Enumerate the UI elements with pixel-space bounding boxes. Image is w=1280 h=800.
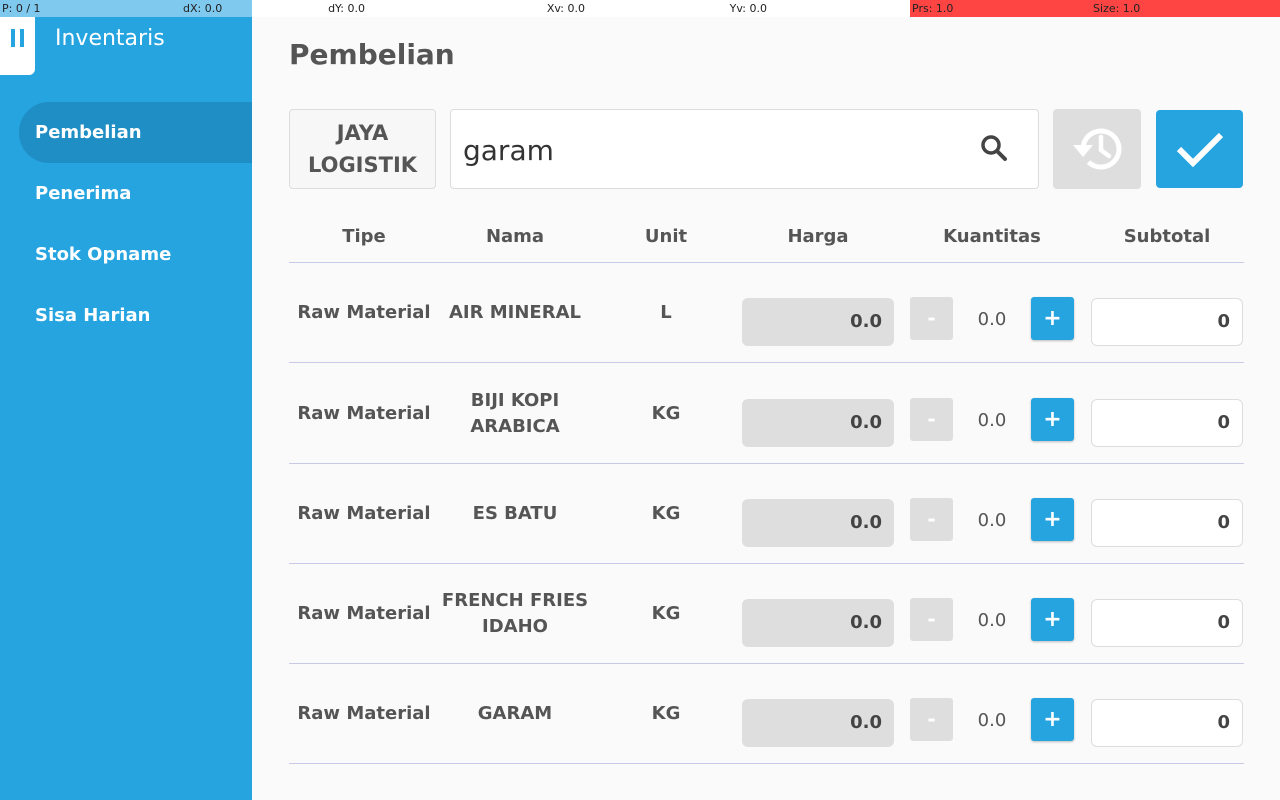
sidebar-nav: Pembelian Penerima Stok Opname Sisa Hari… [19, 102, 252, 346]
history-button[interactable] [1053, 109, 1141, 189]
search-box [450, 109, 1039, 189]
increase-button[interactable]: + [1031, 297, 1074, 340]
debug-yv: Yv: 0.0 [585, 0, 767, 17]
quantity-value: 0.0 [977, 610, 1007, 631]
subtotal-field[interactable]: 0 [1091, 298, 1243, 346]
cell-nama: ES BATU [472, 503, 558, 524]
quantity-value: 0.0 [977, 510, 1007, 531]
subtotal-field[interactable]: 0 [1091, 399, 1243, 447]
subtotal-field[interactable]: 0 [1091, 599, 1243, 647]
header-unit: Unit [644, 226, 688, 247]
vendor-label: JAYA LOGISTIK [307, 121, 418, 177]
header-harga: Harga [787, 226, 849, 247]
decrease-button[interactable]: - [910, 498, 953, 541]
cell-unit: KG [651, 703, 681, 724]
page-title: Pembelian [289, 38, 455, 71]
decrease-button[interactable]: - [910, 297, 953, 340]
table-row: Raw Material FRENCH FRIES IDAHO KG 0.0 -… [289, 564, 1244, 664]
debug-xv: Xv: 0.0 [365, 0, 585, 17]
debug-pointer: P: 0 / 1 [0, 0, 181, 17]
header-subtotal: Subtotal [1123, 226, 1211, 247]
search-icon[interactable] [979, 133, 1009, 163]
cell-tipe: Raw Material [297, 503, 431, 524]
confirm-button[interactable] [1156, 110, 1243, 188]
cell-unit: L [660, 302, 672, 323]
sidebar: Inventaris Pembelian Penerima Stok Opnam… [0, 0, 252, 800]
cell-tipe: Raw Material [297, 703, 431, 724]
sidebar-item-penerima[interactable]: Penerima [19, 163, 252, 224]
decrease-button[interactable]: - [910, 598, 953, 641]
cell-unit: KG [651, 503, 681, 524]
cell-unit: KG [651, 403, 681, 424]
cell-tipe: Raw Material [297, 302, 431, 323]
increase-button[interactable]: + [1031, 498, 1074, 541]
menu-icon [11, 29, 25, 47]
debug-dy: dY: 0.0 [252, 0, 365, 17]
subtotal-field[interactable]: 0 [1091, 499, 1243, 547]
debug-blank [767, 0, 910, 17]
quantity-value: 0.0 [977, 410, 1007, 431]
table-row: Raw Material BIJI KOPI ARABICA KG 0.0 - … [289, 364, 1244, 464]
decrease-button[interactable]: - [910, 698, 953, 741]
decrease-button[interactable]: - [910, 398, 953, 441]
check-icon [1176, 132, 1223, 168]
table-header: Tipe Nama Unit Harga Kuantitas Subtotal [289, 210, 1244, 263]
sidebar-item-sisa-harian[interactable]: Sisa Harian [19, 285, 252, 346]
price-field[interactable]: 0.0 [742, 499, 894, 547]
price-field[interactable]: 0.0 [742, 699, 894, 747]
table-row: Raw Material ES BATU KG 0.0 - 0.0 + 0 [289, 464, 1244, 564]
vendor-button[interactable]: JAYA LOGISTIK [289, 109, 436, 189]
history-icon [1073, 128, 1122, 170]
cell-nama: AIR MINERAL [449, 302, 581, 323]
price-field[interactable]: 0.0 [742, 298, 894, 346]
debug-size: Size: 1.0 [1091, 0, 1280, 17]
increase-button[interactable]: + [1031, 398, 1074, 441]
cell-unit: KG [651, 603, 681, 624]
sidebar-item-stok-opname[interactable]: Stok Opname [19, 224, 252, 285]
price-field[interactable]: 0.0 [742, 399, 894, 447]
table-row: Raw Material AIR MINERAL L 0.0 - 0.0 + 0 [289, 263, 1244, 363]
header-tipe: Tipe [342, 226, 386, 247]
search-input[interactable] [463, 128, 963, 172]
app-title: Inventaris [55, 26, 165, 51]
cell-nama: BIJI KOPI ARABICA [470, 390, 560, 437]
quantity-value: 0.0 [977, 309, 1007, 330]
cell-nama: GARAM [477, 703, 553, 724]
sidebar-item-pembelian[interactable]: Pembelian [19, 102, 252, 163]
increase-button[interactable]: + [1031, 698, 1074, 741]
cell-nama: FRENCH FRIES IDAHO [441, 590, 589, 637]
header-nama: Nama [485, 226, 545, 247]
cell-tipe: Raw Material [297, 403, 431, 424]
quantity-value: 0.0 [977, 710, 1007, 731]
cell-tipe: Raw Material [297, 603, 431, 624]
debug-overlay: P: 0 / 1 dX: 0.0 dY: 0.0 Xv: 0.0 Yv: 0.0… [0, 0, 1280, 17]
price-field[interactable]: 0.0 [742, 599, 894, 647]
subtotal-field[interactable]: 0 [1091, 699, 1243, 747]
debug-dx: dX: 0.0 [181, 0, 252, 17]
table-row: Raw Material GARAM KG 0.0 - 0.0 + 0 [289, 664, 1244, 764]
header-kuantitas: Kuantitas [943, 226, 1041, 247]
increase-button[interactable]: + [1031, 598, 1074, 641]
debug-pressure: Prs: 1.0 [910, 0, 1091, 17]
